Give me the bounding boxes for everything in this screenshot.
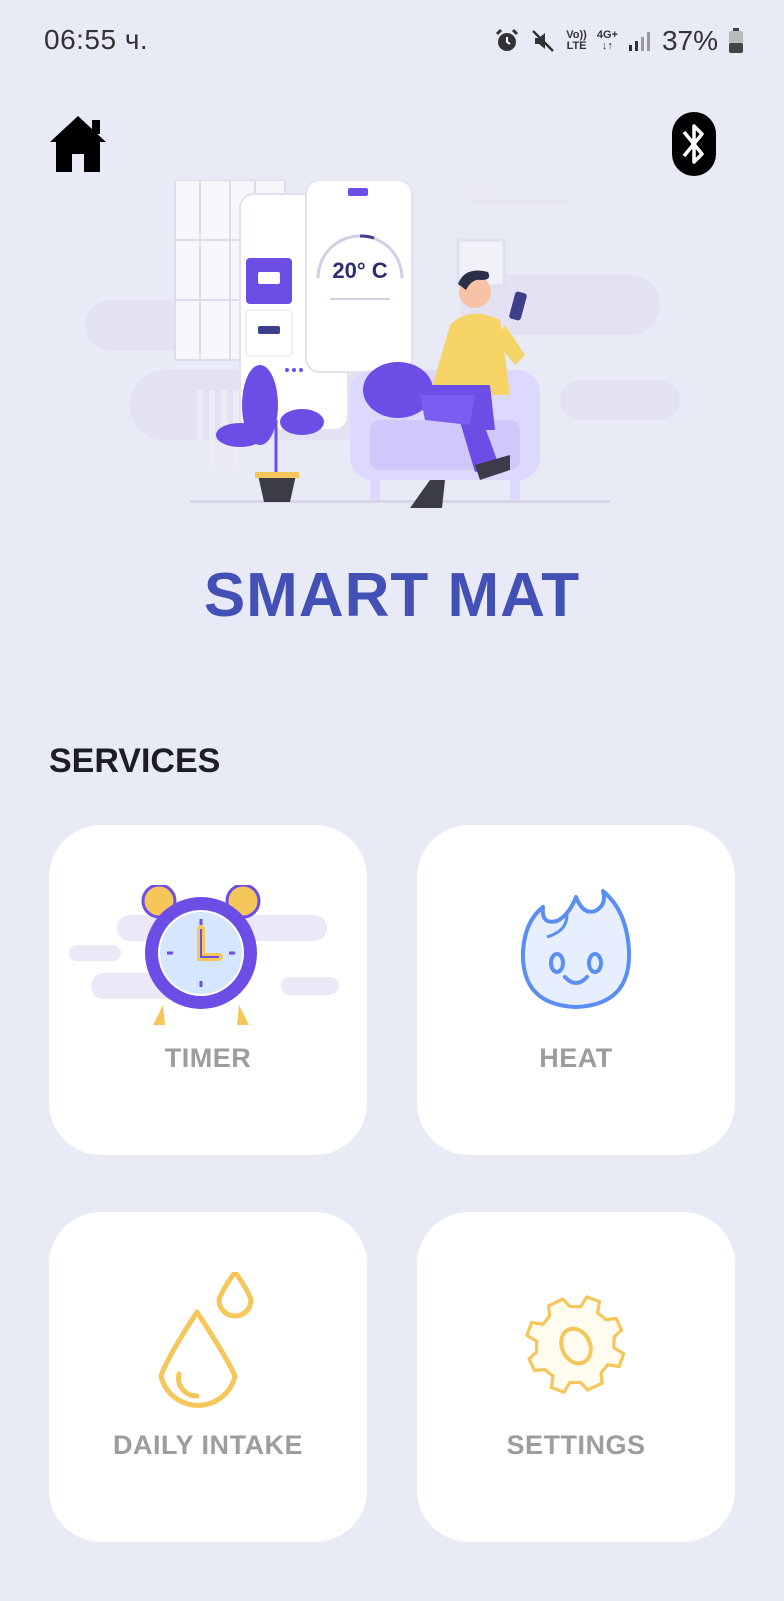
data-arrows-icon: ↓↑ <box>601 40 613 52</box>
mute-icon <box>532 30 555 52</box>
battery-icon <box>729 28 743 53</box>
daily-intake-card[interactable]: DAILY INTAKE <box>49 1212 367 1542</box>
status-bar: 06:55 ч. Vo)) LTE 4G+ ↓↑ 37% <box>0 0 784 84</box>
status-icons: Vo)) LTE 4G+ ↓↑ 37% <box>494 22 744 60</box>
settings-card[interactable]: SETTINGS <box>417 1212 735 1542</box>
signal-icon <box>628 32 650 51</box>
app-title: SMART MAT <box>203 561 581 630</box>
heat-label: HEAT <box>539 1043 613 1073</box>
water-drop-icon <box>158 1272 254 1408</box>
network-indicator: 4G+ ↓↑ <box>597 30 618 52</box>
bluetooth-button[interactable] <box>670 110 718 178</box>
services-heading: SERVICES <box>49 742 221 780</box>
alarm-clock-icon <box>69 885 339 1025</box>
gear-icon <box>525 1295 626 1394</box>
flame-icon <box>520 889 632 1009</box>
heat-card[interactable]: HEAT <box>417 825 735 1155</box>
alarm-icon <box>496 28 519 51</box>
settings-label: SETTINGS <box>506 1430 646 1460</box>
timer-card[interactable]: TIMER <box>49 825 367 1155</box>
battery-percent: 37% <box>661 25 718 56</box>
timer-label: TIMER <box>164 1043 252 1073</box>
daily-intake-label: DAILY INTAKE <box>112 1430 304 1460</box>
volte-indicator: Vo)) LTE <box>566 30 587 52</box>
bluetooth-icon <box>672 112 716 176</box>
status-time: 06:55 ч. <box>44 24 149 55</box>
hero-illustration: 20° C <box>85 180 680 508</box>
temperature-readout: 20° C <box>332 258 387 283</box>
lte-text: LTE <box>566 40 587 52</box>
home-icon <box>50 116 106 172</box>
home-button[interactable] <box>48 112 108 176</box>
